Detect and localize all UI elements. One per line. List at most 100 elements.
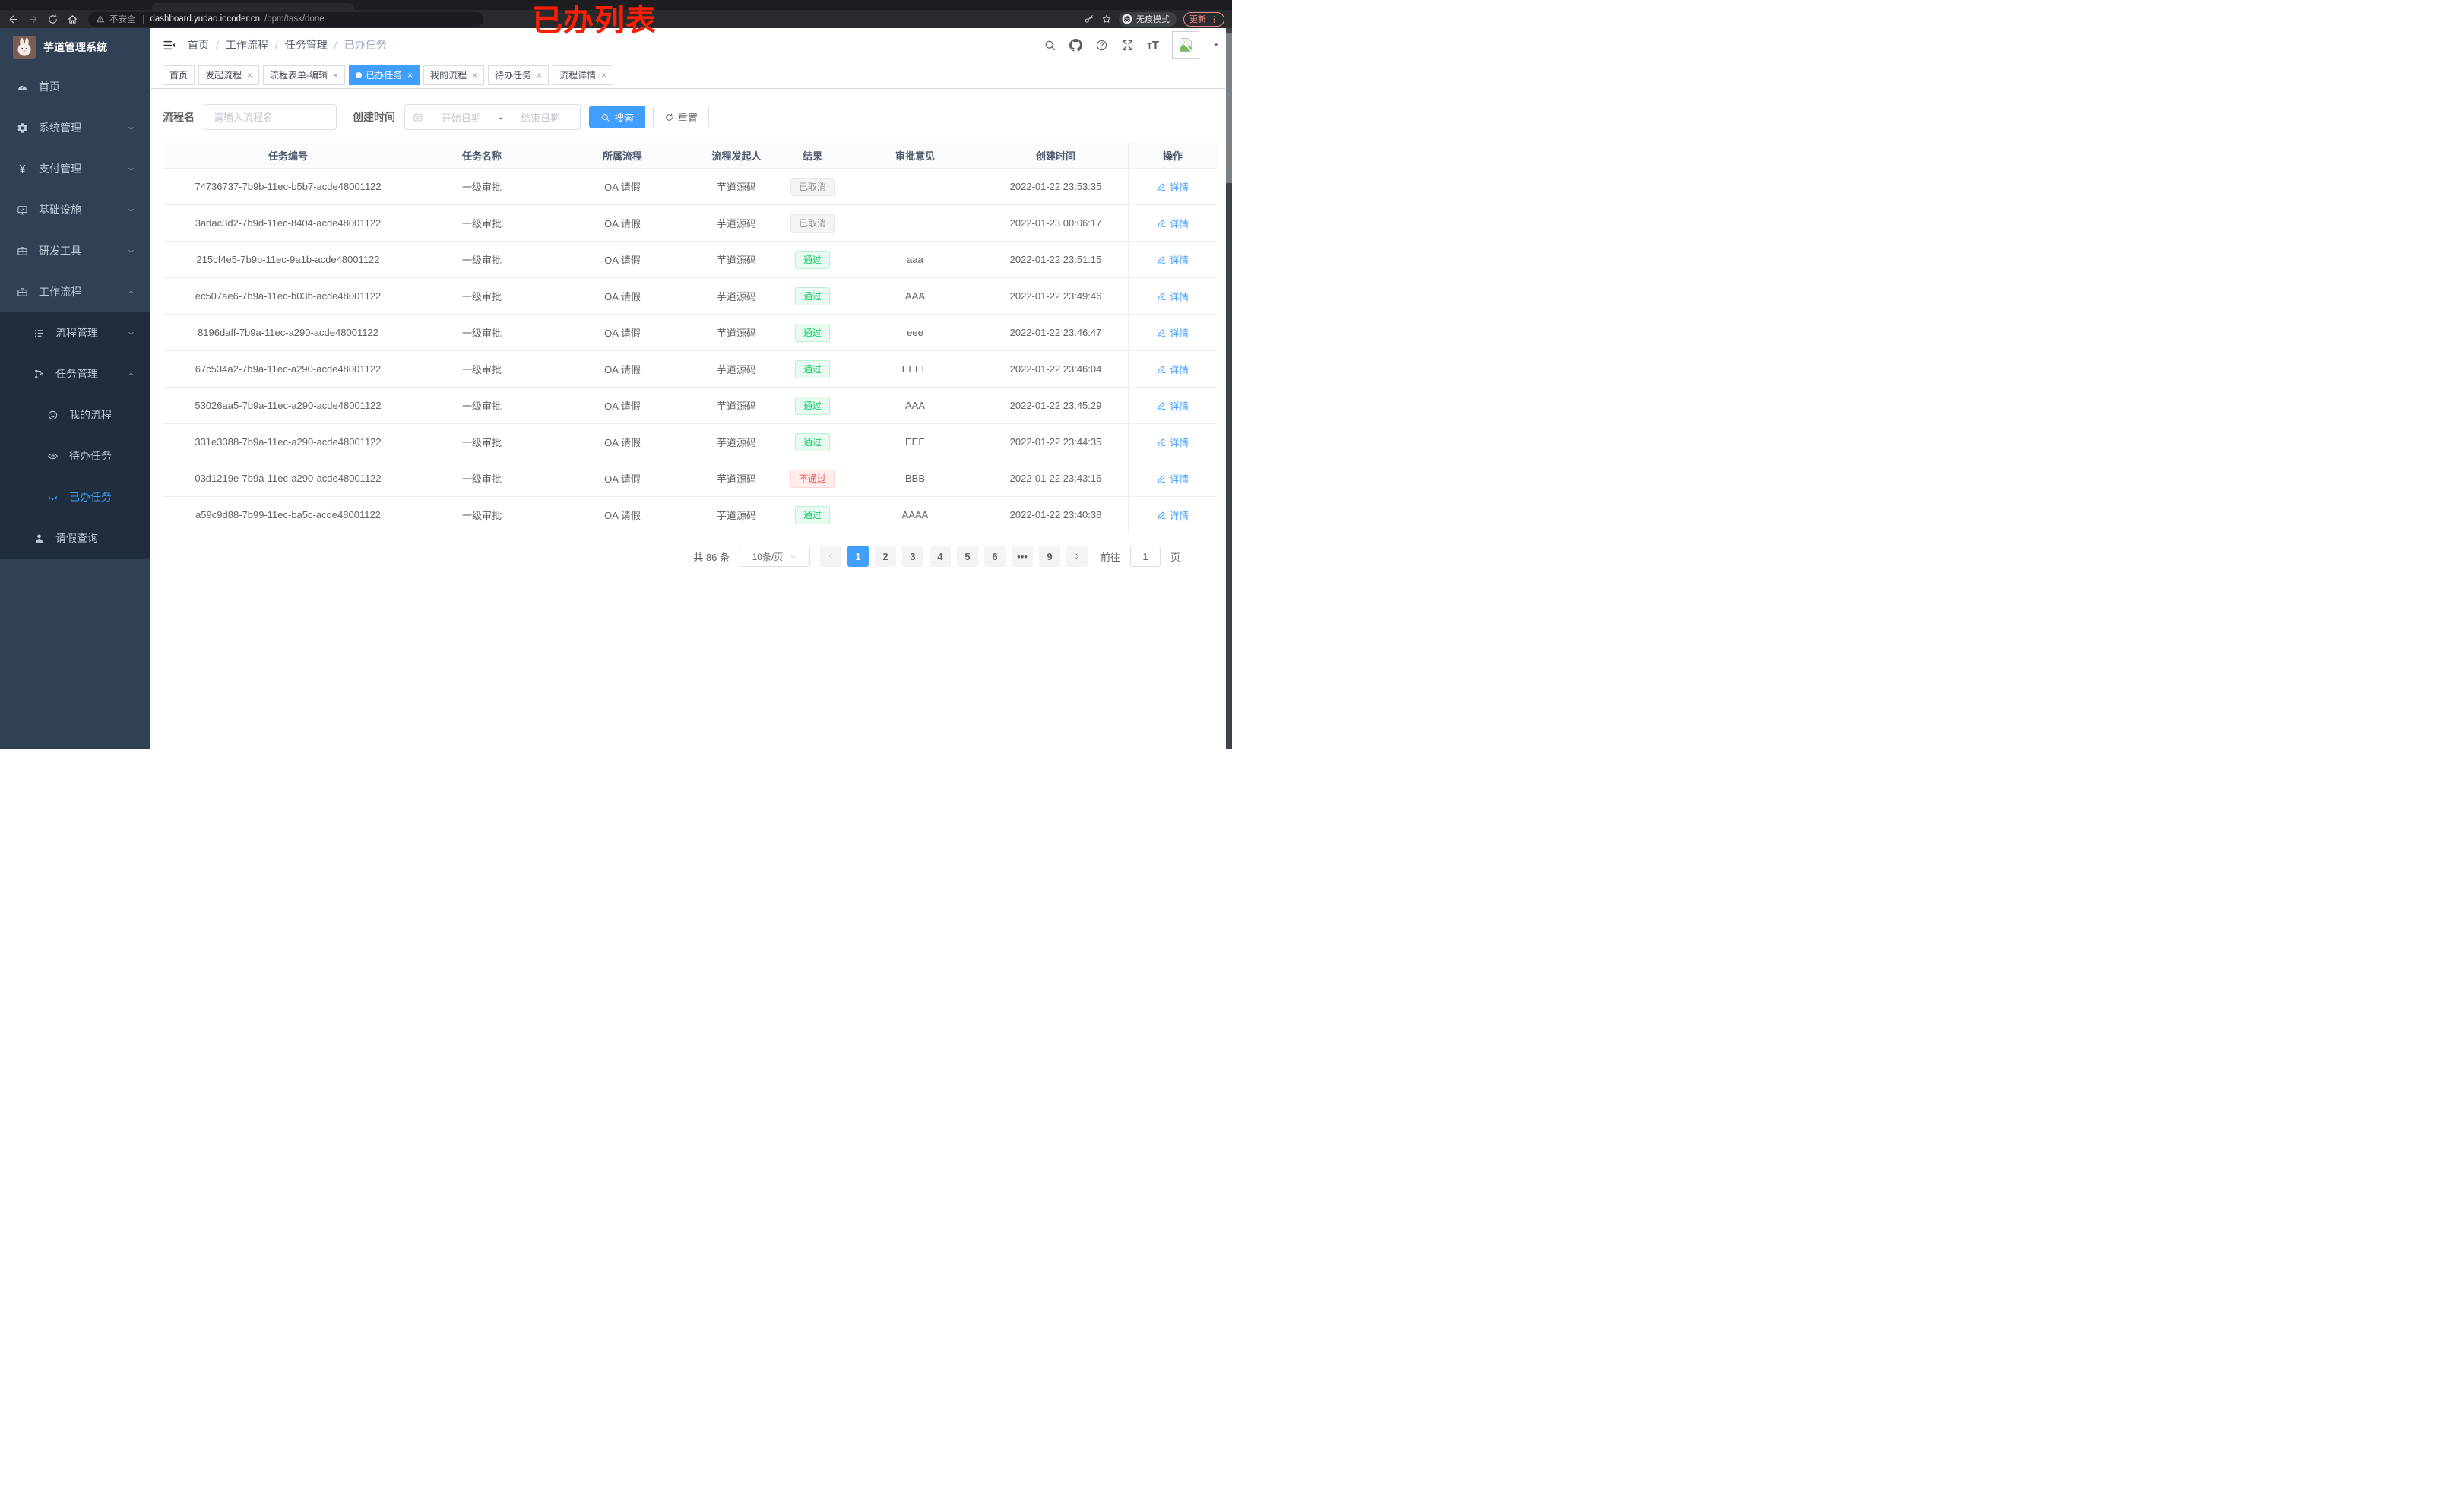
tab-label: 待办任务 — [495, 70, 532, 81]
yen-icon — [17, 163, 28, 175]
table-row: 8196daff-7b9a-11ec-a290-acde48001122 一级审批… — [163, 315, 1217, 351]
sidebar-item-process-mgmt[interactable]: 流程管理 — [0, 312, 150, 353]
page-button-1[interactable]: 1 — [847, 546, 869, 567]
page-button-2[interactable]: 2 — [874, 546, 896, 567]
cell-process: OA 请假 — [604, 291, 641, 302]
scrollbar-thumb[interactable] — [1226, 33, 1232, 183]
update-button[interactable]: 更新 — [1183, 11, 1224, 27]
close-icon[interactable]: × — [247, 70, 252, 81]
detail-button[interactable]: 详情 — [1157, 435, 1189, 449]
detail-button[interactable]: 详情 — [1157, 216, 1189, 230]
date-range-picker[interactable]: 开始日期 - 结束日期 — [404, 104, 581, 130]
breadcrumb-item[interactable]: 工作流程 — [226, 37, 268, 52]
close-icon[interactable]: × — [472, 70, 477, 81]
page-size-select[interactable]: 10条/页 — [739, 546, 810, 567]
detail-button[interactable]: 详情 — [1157, 398, 1189, 413]
reload-icon[interactable] — [47, 14, 59, 25]
end-date-placeholder[interactable]: 结束日期 — [508, 110, 572, 125]
sidebar-item-home[interactable]: 首页 — [0, 66, 150, 107]
tab-home[interactable]: 首页 — [163, 65, 195, 85]
close-icon[interactable]: × — [601, 70, 606, 81]
sidebar-item-todo-tasks[interactable]: 待办任务 — [0, 435, 150, 476]
sidebar-item-label: 已办任务 — [69, 491, 112, 503]
prev-page-button[interactable] — [819, 546, 841, 567]
sidebar-item-payment[interactable]: 支付管理 — [0, 148, 150, 189]
cell-created-time: 2022-01-22 23:49:46 — [1009, 290, 1102, 302]
close-icon[interactable]: × — [333, 70, 338, 81]
sidebar-item-label: 任务管理 — [55, 368, 98, 380]
home-icon[interactable] — [67, 14, 78, 25]
search-button[interactable]: 搜索 — [589, 106, 646, 128]
flow-icon — [33, 369, 45, 380]
tab-process-detail[interactable]: 流程详情 × — [553, 65, 614, 85]
tab-my-process[interactable]: 我的流程 × — [423, 65, 485, 85]
breadcrumb-item[interactable]: 首页 — [188, 37, 209, 52]
github-icon[interactable] — [1069, 38, 1083, 52]
detail-button[interactable]: 详情 — [1157, 362, 1189, 376]
breadcrumb-item[interactable]: 任务管理 — [285, 37, 328, 52]
avatar-caret-down-icon[interactable] — [1212, 41, 1220, 49]
sidebar-item-done-tasks[interactable]: 已办任务 — [0, 476, 150, 517]
browser-tab[interactable] — [152, 3, 354, 10]
sidebar-item-my-process[interactable]: 我的流程 — [0, 394, 150, 435]
cell-process: OA 请假 — [604, 437, 641, 448]
goto-page-input[interactable] — [1129, 546, 1161, 567]
cell-task-name: 一级审批 — [461, 255, 502, 266]
bookmark-star-icon[interactable] — [1101, 14, 1112, 24]
detail-button[interactable]: 详情 — [1157, 179, 1189, 194]
sidebar-item-infrastructure[interactable]: 基础设施 — [0, 189, 150, 230]
table-row: 215cf4e5-7b9b-11ec-9a1b-acde48001122 一级审批… — [163, 242, 1217, 278]
page-button-6[interactable]: 6 — [983, 546, 1006, 567]
detail-button[interactable]: 详情 — [1157, 471, 1189, 486]
back-icon[interactable] — [8, 14, 19, 25]
range-separator: - — [499, 111, 503, 123]
eye-open-icon — [47, 451, 59, 462]
sidebar-item-workflow[interactable]: 工作流程 — [0, 271, 150, 312]
process-name-input[interactable] — [204, 104, 337, 130]
address-bar[interactable]: 不安全 dashboard.yudao.iocoder.cn/bpm/task/… — [88, 11, 483, 27]
sidebar-item-dev-tools[interactable]: 研发工具 — [0, 230, 150, 271]
cell-result: 通过 — [778, 278, 847, 314]
browser-menu-icon[interactable] — [1210, 15, 1218, 24]
sidebar-item-task-mgmt[interactable]: 任务管理 — [0, 353, 150, 394]
close-icon[interactable]: × — [537, 70, 542, 81]
page-button-5[interactable]: 5 — [956, 546, 978, 567]
tab-start-process[interactable]: 发起流程 × — [198, 65, 260, 85]
close-icon[interactable]: × — [407, 70, 413, 81]
font-size-icon[interactable]: TT — [1147, 40, 1159, 51]
result-badge: 不通过 — [790, 469, 835, 488]
cell-task-id: ec507ae6-7b9a-11ec-b03b-acde48001122 — [195, 290, 382, 302]
page-button-9[interactable]: 9 — [1038, 546, 1060, 567]
password-key-icon[interactable] — [1084, 14, 1094, 24]
search-icon[interactable] — [1044, 39, 1056, 52]
sidebar-item-system[interactable]: 系统管理 — [0, 107, 150, 148]
more-pages-button[interactable]: ••• — [1011, 546, 1033, 567]
cell-created-time: 2022-01-22 23:46:04 — [1009, 363, 1102, 375]
avatar[interactable] — [1172, 31, 1199, 59]
detail-button[interactable]: 详情 — [1157, 508, 1189, 522]
detail-button[interactable]: 详情 — [1157, 252, 1189, 267]
sidebar-collapse-icon[interactable] — [163, 39, 176, 52]
tab-done-tasks[interactable]: 已办任务 × — [349, 65, 420, 85]
next-page-button[interactable] — [1066, 546, 1088, 567]
cell-result: 通过 — [778, 315, 847, 350]
help-icon[interactable] — [1095, 39, 1108, 52]
page-button-4[interactable]: 4 — [929, 546, 951, 567]
tab-label: 我的流程 — [430, 70, 467, 81]
tab-form-edit[interactable]: 流程表单-编辑 × — [263, 65, 346, 85]
tab-todo-tasks[interactable]: 待办任务 × — [488, 65, 549, 85]
sidebar-item-leave-query[interactable]: 请假查询 — [0, 517, 150, 559]
logo-row[interactable]: 芋道管理系统 — [0, 28, 150, 66]
cell-process: OA 请假 — [604, 510, 641, 521]
detail-label: 详情 — [1169, 219, 1189, 229]
logo-image — [13, 36, 36, 59]
detail-button[interactable]: 详情 — [1157, 289, 1189, 303]
detail-button[interactable]: 详情 — [1157, 325, 1189, 340]
scrollbar-track[interactable] — [1226, 28, 1232, 748]
start-date-placeholder[interactable]: 开始日期 — [429, 110, 493, 125]
forward-icon[interactable] — [27, 14, 39, 25]
fullscreen-icon[interactable] — [1121, 39, 1134, 52]
update-label: 更新 — [1189, 15, 1206, 24]
page-button-3[interactable]: 3 — [901, 546, 923, 567]
reset-button[interactable]: 重置 — [653, 106, 710, 128]
